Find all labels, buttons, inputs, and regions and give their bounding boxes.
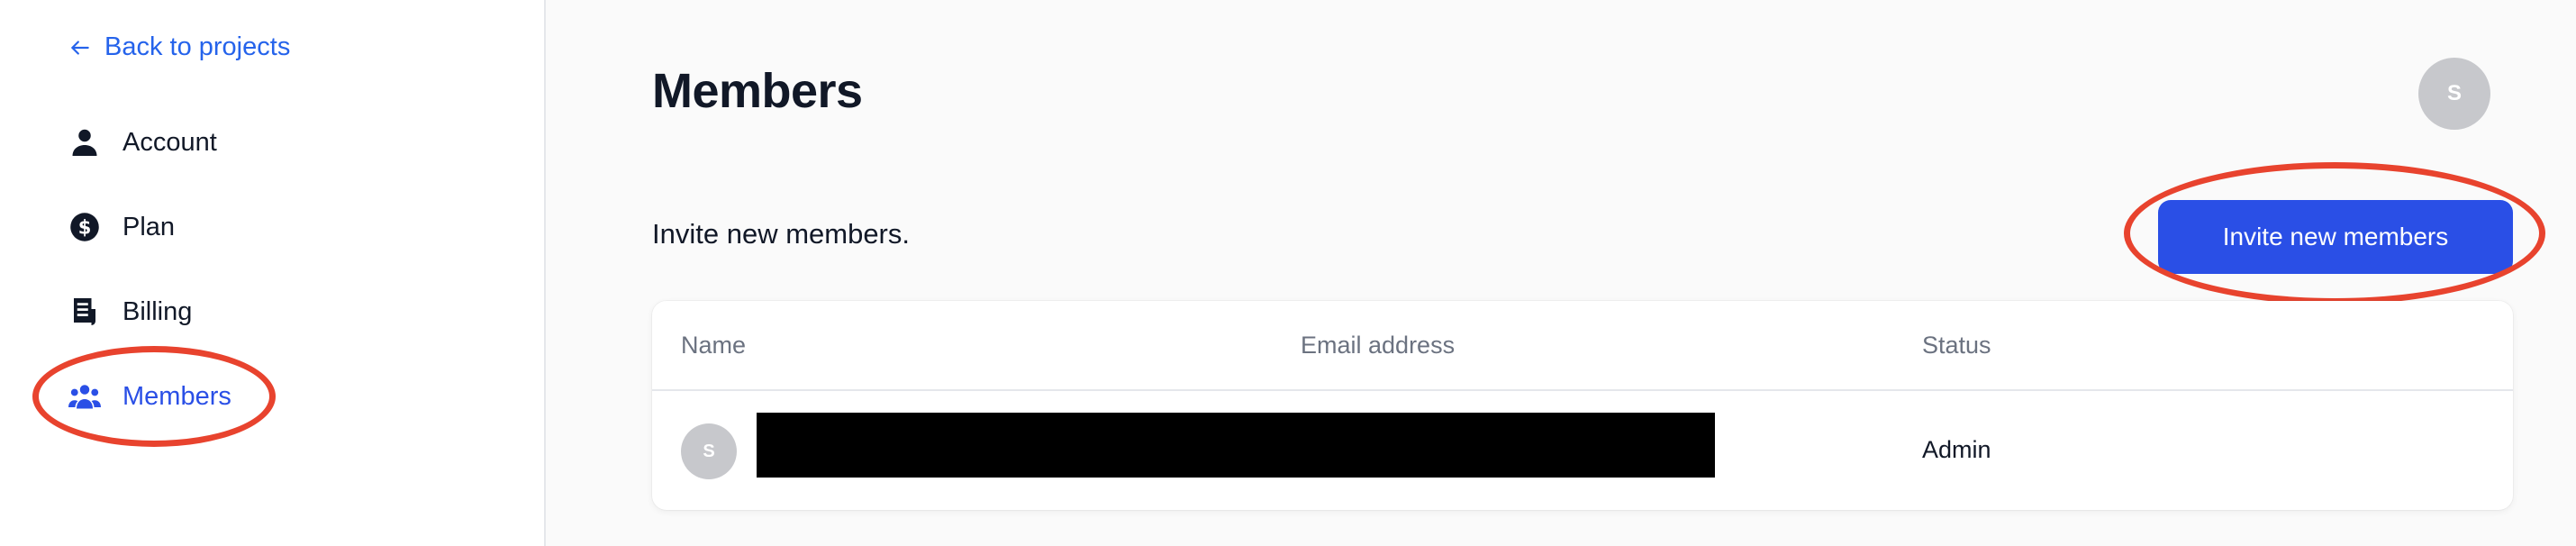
members-table: Name Email address Status S Admin (652, 301, 2513, 510)
dollar-icon: $ (70, 213, 99, 241)
sidebar-item-plan[interactable]: $ Plan (68, 211, 175, 243)
column-header-status[interactable]: Status (1922, 332, 1991, 359)
avatar: S (681, 423, 737, 479)
members-icon (68, 385, 101, 409)
avatar-initial: S (703, 441, 715, 461)
back-to-projects-link[interactable]: Back to projects (68, 32, 290, 62)
svg-text:$: $ (78, 217, 92, 239)
avatar[interactable]: S (2418, 58, 2490, 130)
page-title: Members (652, 64, 863, 118)
sidebar: Back to projects Account $ Plan Billing (0, 0, 546, 546)
invite-description: Invite new members. (652, 218, 910, 250)
invite-new-members-button[interactable]: Invite new members (2158, 200, 2513, 274)
main-content: Members S Invite new members. Invite new… (548, 0, 2576, 546)
avatar-initial: S (2446, 81, 2462, 105)
sidebar-item-label: Billing (122, 296, 193, 326)
back-link-label: Back to projects (104, 32, 291, 61)
table-row[interactable]: S Admin (652, 391, 2513, 510)
column-header-email[interactable]: Email address (1301, 332, 1455, 359)
table-header: Name Email address Status (652, 301, 2513, 391)
sidebar-item-label: Members (122, 381, 231, 411)
arrow-left-icon (71, 40, 89, 55)
redacted-name-email (757, 413, 1715, 478)
receipt-icon (74, 298, 95, 325)
column-header-name[interactable]: Name (681, 332, 746, 359)
sidebar-item-label: Account (122, 127, 217, 157)
sidebar-item-account[interactable]: Account (68, 126, 217, 159)
status-cell: Admin (1922, 436, 1991, 463)
sidebar-item-billing[interactable]: Billing (68, 296, 192, 328)
user-icon (72, 129, 97, 156)
sidebar-item-members[interactable]: Members (68, 380, 231, 413)
sidebar-item-label: Plan (122, 212, 176, 241)
